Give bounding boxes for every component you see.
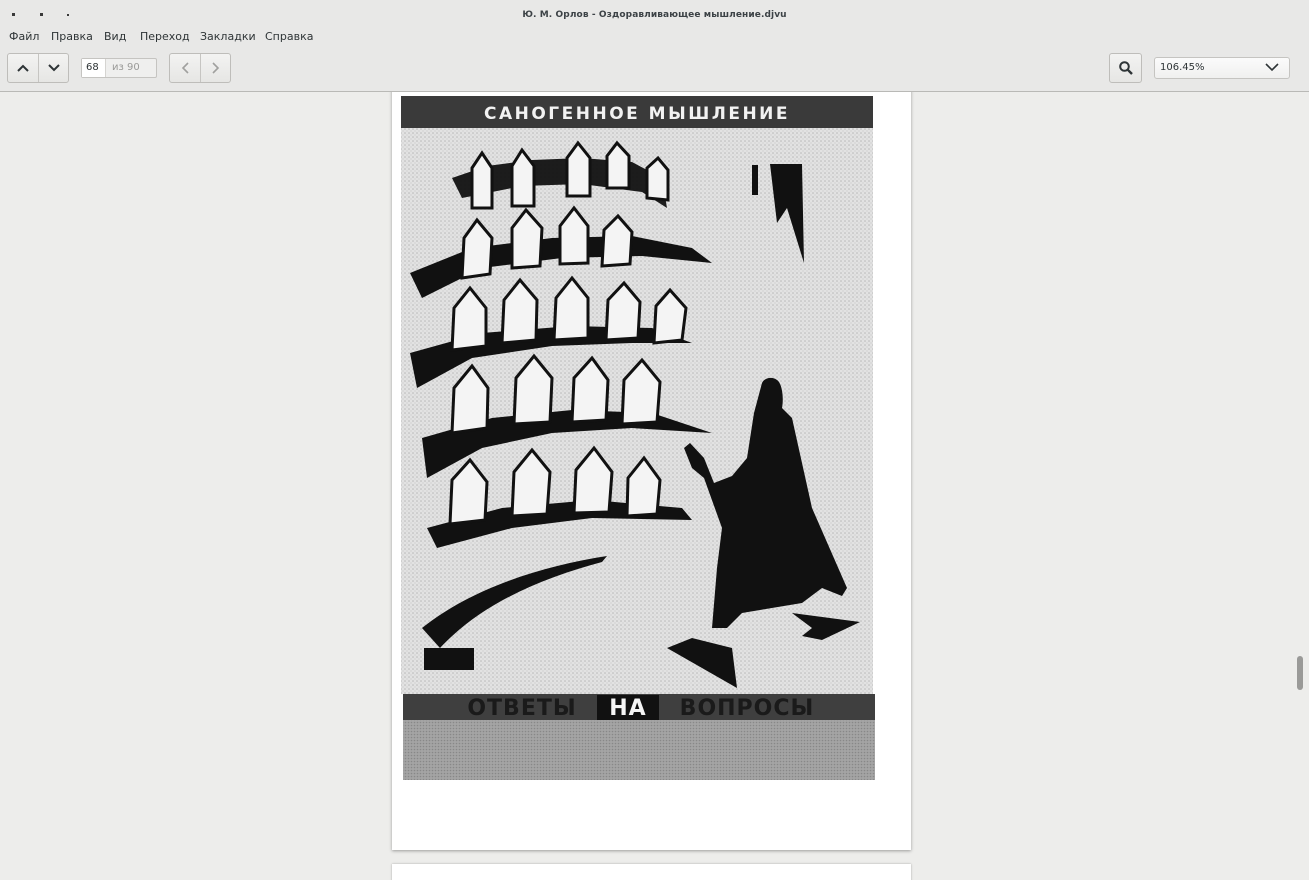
minimize-window-icon[interactable] — [40, 13, 43, 16]
menu-help[interactable]: Справка — [265, 30, 313, 43]
chevron-down-icon — [47, 64, 60, 72]
menu-bookmarks[interactable]: Закладки — [200, 30, 256, 43]
scrollbar-thumb[interactable] — [1297, 656, 1303, 690]
menu-file[interactable]: Файл — [9, 30, 39, 43]
next-document-page — [392, 864, 911, 880]
chevron-right-icon — [211, 62, 219, 74]
vertical-scrollbar[interactable] — [1296, 92, 1304, 880]
cover-subtitle-part3: ВОПРОСЫ — [680, 696, 815, 721]
page-number-input[interactable]: 68 — [82, 59, 106, 77]
next-page-button[interactable] — [38, 54, 68, 82]
document-view[interactable]: САНОГЕННОЕ МЫШЛЕНИЕ ОТВЕТЫ НА ВОПРОСЫ — [0, 92, 1309, 880]
search-icon — [1118, 61, 1133, 75]
history-back-button[interactable] — [170, 54, 200, 82]
page-total-label: из 90 — [112, 62, 140, 73]
document-page: САНОГЕННОЕ МЫШЛЕНИЕ ОТВЕТЫ НА ВОПРОСЫ — [392, 92, 911, 850]
chevron-left-icon — [181, 62, 189, 74]
menu-bar: Файл Правка Вид Переход Закладки Справка — [0, 26, 1309, 48]
window-title: Ю. М. Орлов - Оздоравливающее мышление.d… — [522, 10, 787, 20]
document-viewer-window: Ю. М. Орлов - Оздоравливающее мышление.d… — [0, 0, 1309, 880]
zoom-value: 106.45% — [1160, 62, 1205, 73]
menu-edit[interactable]: Правка — [51, 30, 93, 43]
zoom-selector[interactable]: 106.45% — [1154, 57, 1290, 79]
search-button[interactable] — [1109, 53, 1142, 83]
cover-subtitle-part2: НА — [609, 696, 646, 721]
cover-title: САНОГЕННОЕ МЫШЛЕНИЕ — [484, 104, 790, 124]
page-selector: 68 из 90 — [81, 58, 157, 78]
maximize-window-icon[interactable] — [67, 14, 69, 16]
previous-page-button[interactable] — [8, 54, 38, 82]
history-nav-group — [169, 53, 231, 83]
cover-illustration: САНОГЕННОЕ МЫШЛЕНИЕ ОТВЕТЫ НА ВОПРОСЫ — [401, 96, 875, 780]
menu-go[interactable]: Переход — [140, 30, 190, 43]
page-nav-group — [7, 53, 69, 83]
history-forward-button[interactable] — [200, 54, 230, 82]
menu-view[interactable]: Вид — [104, 30, 126, 43]
close-window-icon[interactable] — [12, 13, 15, 16]
chevron-down-icon — [1265, 63, 1279, 72]
toolbar: 68 из 90 106.45% — [0, 48, 1309, 92]
cover-subtitle-part1: ОТВЕТЫ — [467, 696, 576, 721]
title-bar[interactable]: Ю. М. Орлов - Оздоравливающее мышление.d… — [0, 0, 1309, 26]
chevron-up-icon — [17, 64, 29, 72]
